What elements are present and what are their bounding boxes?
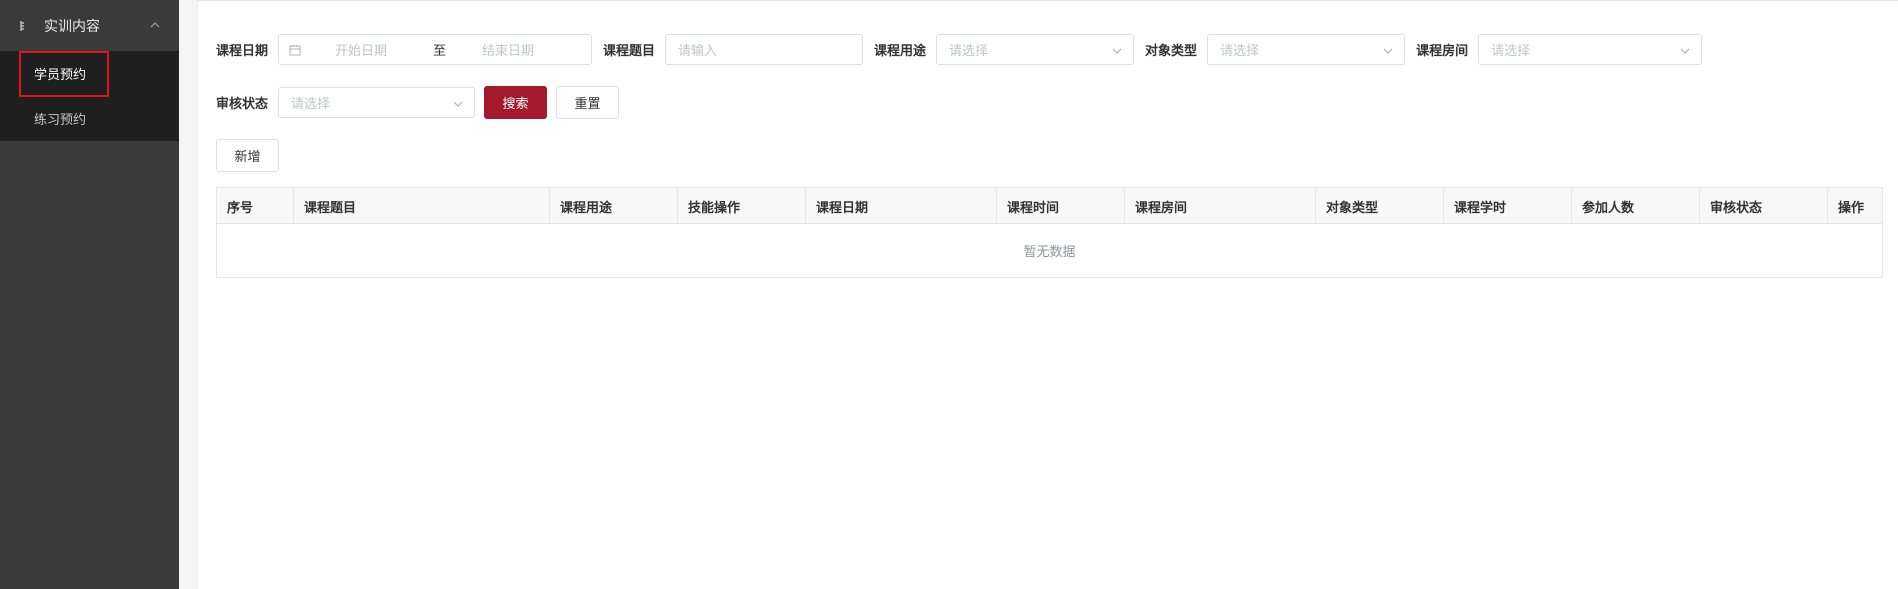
column-header-index: 序号 <box>217 188 294 224</box>
column-header-participants: 参加人数 <box>1572 188 1700 224</box>
column-header-review-status: 审核状态 <box>1700 188 1828 224</box>
sidebar-group-training-content[interactable]: 实训内容 <box>0 0 179 51</box>
chevron-down-icon <box>452 98 464 110</box>
search-button[interactable]: 搜索 <box>484 86 548 119</box>
column-header-course-room: 课程房间 <box>1125 188 1316 224</box>
course-room-label: 课程房间 <box>1416 44 1469 59</box>
target-type-label: 对象类型 <box>1145 44 1198 59</box>
chevron-down-icon <box>1111 45 1123 57</box>
course-date-range-picker[interactable]: 开始日期 至 结束日期 <box>278 34 593 65</box>
column-header-course-hours: 课程学时 <box>1444 188 1572 224</box>
course-date-label: 课程日期 <box>216 44 269 59</box>
sidebar-item-student-booking[interactable]: 学员预约 <box>0 51 179 97</box>
add-button[interactable]: 新增 <box>216 139 279 172</box>
column-header-target-type: 对象类型 <box>1316 188 1444 224</box>
sidebar-group-label: 实训内容 <box>44 18 100 35</box>
range-separator: 至 <box>433 44 447 59</box>
sidebar: 实训内容 学员预约 练习预约 <box>0 0 179 589</box>
calendar-icon <box>289 44 301 56</box>
sidebar-submenu: 学员预约 练习预约 <box>0 51 179 141</box>
column-header-course-date: 课程日期 <box>806 188 997 224</box>
filter-row-2: 审核状态 请选择 搜索 重置 <box>216 86 620 119</box>
chevron-down-icon <box>1382 45 1394 57</box>
column-header-course-time: 课程时间 <box>997 188 1125 224</box>
sidebar-item-label: 练习预约 <box>34 113 87 128</box>
start-date-input[interactable]: 开始日期 <box>335 40 387 59</box>
column-header-course-title: 课程题目 <box>294 188 550 224</box>
column-header-skill-operation: 技能操作 <box>678 188 806 224</box>
column-header-course-use: 课程用途 <box>550 188 678 224</box>
target-type-select[interactable]: 请选择 <box>1207 34 1406 65</box>
course-title-label: 课程题目 <box>603 44 656 59</box>
course-room-select[interactable]: 请选择 <box>1478 34 1703 65</box>
course-use-label: 课程用途 <box>874 44 927 59</box>
chevron-down-icon <box>1679 45 1691 57</box>
course-use-select[interactable]: 请选择 <box>936 34 1135 65</box>
filter-row-1: 课程日期 开始日期 至 结束日期 课程题目 请输入 课程用途 请选择 对象类型 … <box>216 34 1703 65</box>
column-header-actions: 操作 <box>1838 200 1865 216</box>
main-content: 课程日期 开始日期 至 结束日期 课程题目 请输入 课程用途 请选择 对象类型 … <box>197 0 1898 589</box>
review-status-label: 审核状态 <box>216 97 269 112</box>
table-header: 序号 课程题目 课程用途 技能操作 课程日期 课程时间 课程房间 对象类型 课程… <box>217 188 1882 224</box>
review-status-select[interactable]: 请选择 <box>278 87 476 118</box>
booking-table: 序号 课程题目 课程用途 技能操作 课程日期 课程时间 课程房间 对象类型 课程… <box>216 187 1883 278</box>
chevron-up-icon[interactable] <box>149 19 161 31</box>
course-title-input[interactable]: 请输入 <box>665 34 864 65</box>
reset-button[interactable]: 重置 <box>556 86 620 119</box>
empty-state-text: 暂无数据 <box>1023 245 1076 260</box>
sidebar-item-practice-booking[interactable]: 练习预约 <box>0 96 179 141</box>
menu-tree-icon <box>18 19 32 33</box>
sidebar-item-label: 学员预约 <box>34 68 87 83</box>
end-date-input[interactable]: 结束日期 <box>482 40 534 59</box>
